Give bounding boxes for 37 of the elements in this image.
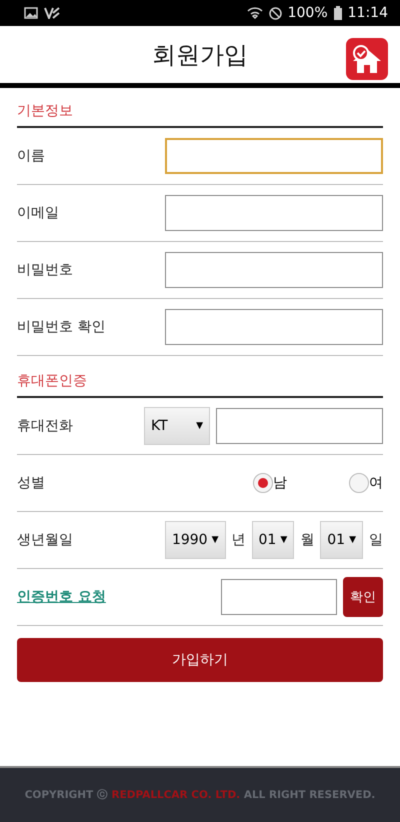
home-button[interactable] bbox=[346, 38, 388, 80]
unit-label: 월 bbox=[300, 531, 314, 549]
field-label: 이메일 bbox=[17, 204, 60, 222]
unit-label: 일 bbox=[369, 531, 383, 549]
home-icon bbox=[351, 44, 383, 74]
company-name: REDPALLCAR CO. LTD. bbox=[112, 789, 240, 801]
copyright-text: COPYRIGHT ⓒ REDPALLCAR CO. LTD. ALL RIGHT RESERVED. bbox=[24, 788, 376, 802]
field-label: 비밀번호 bbox=[17, 261, 74, 279]
date-select[interactable]: 01 ▼ bbox=[320, 521, 363, 559]
request-code-link[interactable]: 인증번호 요청 bbox=[17, 588, 215, 606]
input-field[interactable] bbox=[165, 309, 383, 345]
date-select[interactable]: 1990 ▼ bbox=[164, 521, 226, 559]
date-select[interactable]: 01 ▼ bbox=[252, 521, 294, 559]
input-field[interactable] bbox=[216, 408, 383, 444]
field-label: 생년월일 bbox=[17, 531, 74, 549]
battery-percent: 100% bbox=[288, 5, 328, 21]
signup-button[interactable]: 가입하기 bbox=[17, 638, 383, 682]
blocked-icon bbox=[268, 6, 282, 20]
section-title: 기본정보 bbox=[17, 102, 383, 128]
battery-icon bbox=[334, 6, 342, 20]
input-field[interactable] bbox=[165, 138, 383, 174]
input-field[interactable] bbox=[221, 579, 337, 615]
carrier-select[interactable]: KT ▼ bbox=[144, 407, 210, 445]
field-label: 휴대전화 bbox=[17, 417, 74, 435]
field-label: 이름 bbox=[17, 147, 46, 165]
input-field[interactable] bbox=[165, 252, 383, 288]
confirm-button[interactable]: 확인 bbox=[343, 577, 383, 617]
clock: 11:14 bbox=[348, 5, 388, 21]
field-label: 비밀번호 확인 bbox=[17, 318, 106, 336]
page-title: 회원가입 bbox=[152, 40, 248, 70]
field-label: 성별 bbox=[17, 474, 46, 492]
app-icon bbox=[44, 7, 60, 19]
image-icon bbox=[24, 7, 38, 19]
section-title: 휴대폰인증 bbox=[17, 372, 383, 398]
input-field[interactable] bbox=[165, 195, 383, 231]
wifi-icon bbox=[246, 7, 263, 19]
unit-label: 년 bbox=[232, 531, 246, 549]
